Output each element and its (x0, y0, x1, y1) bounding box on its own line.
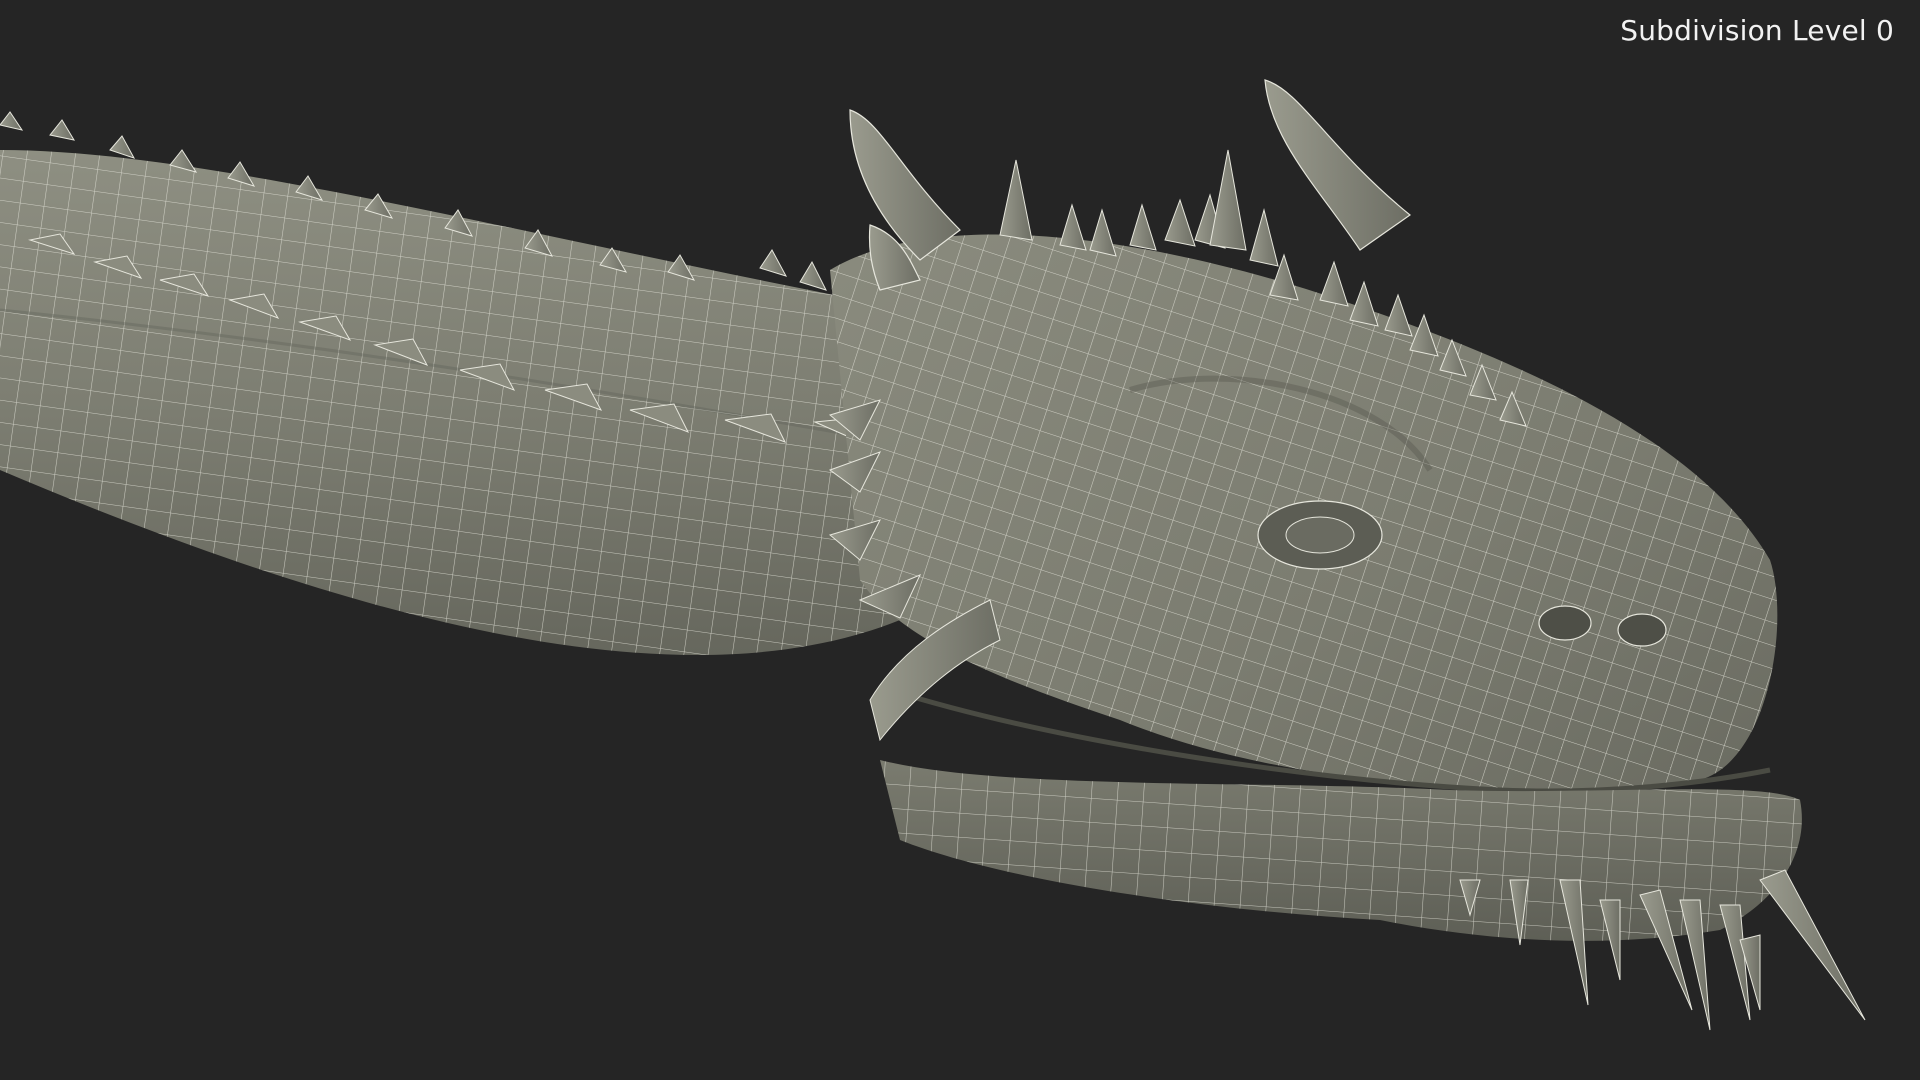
viewport: Subdivision Level 0 (0, 0, 1920, 1080)
subdivision-level-label: Subdivision Level 0 (1620, 14, 1894, 47)
wireframe-render (0, 79, 1866, 1031)
head-mesh (830, 234, 1778, 794)
